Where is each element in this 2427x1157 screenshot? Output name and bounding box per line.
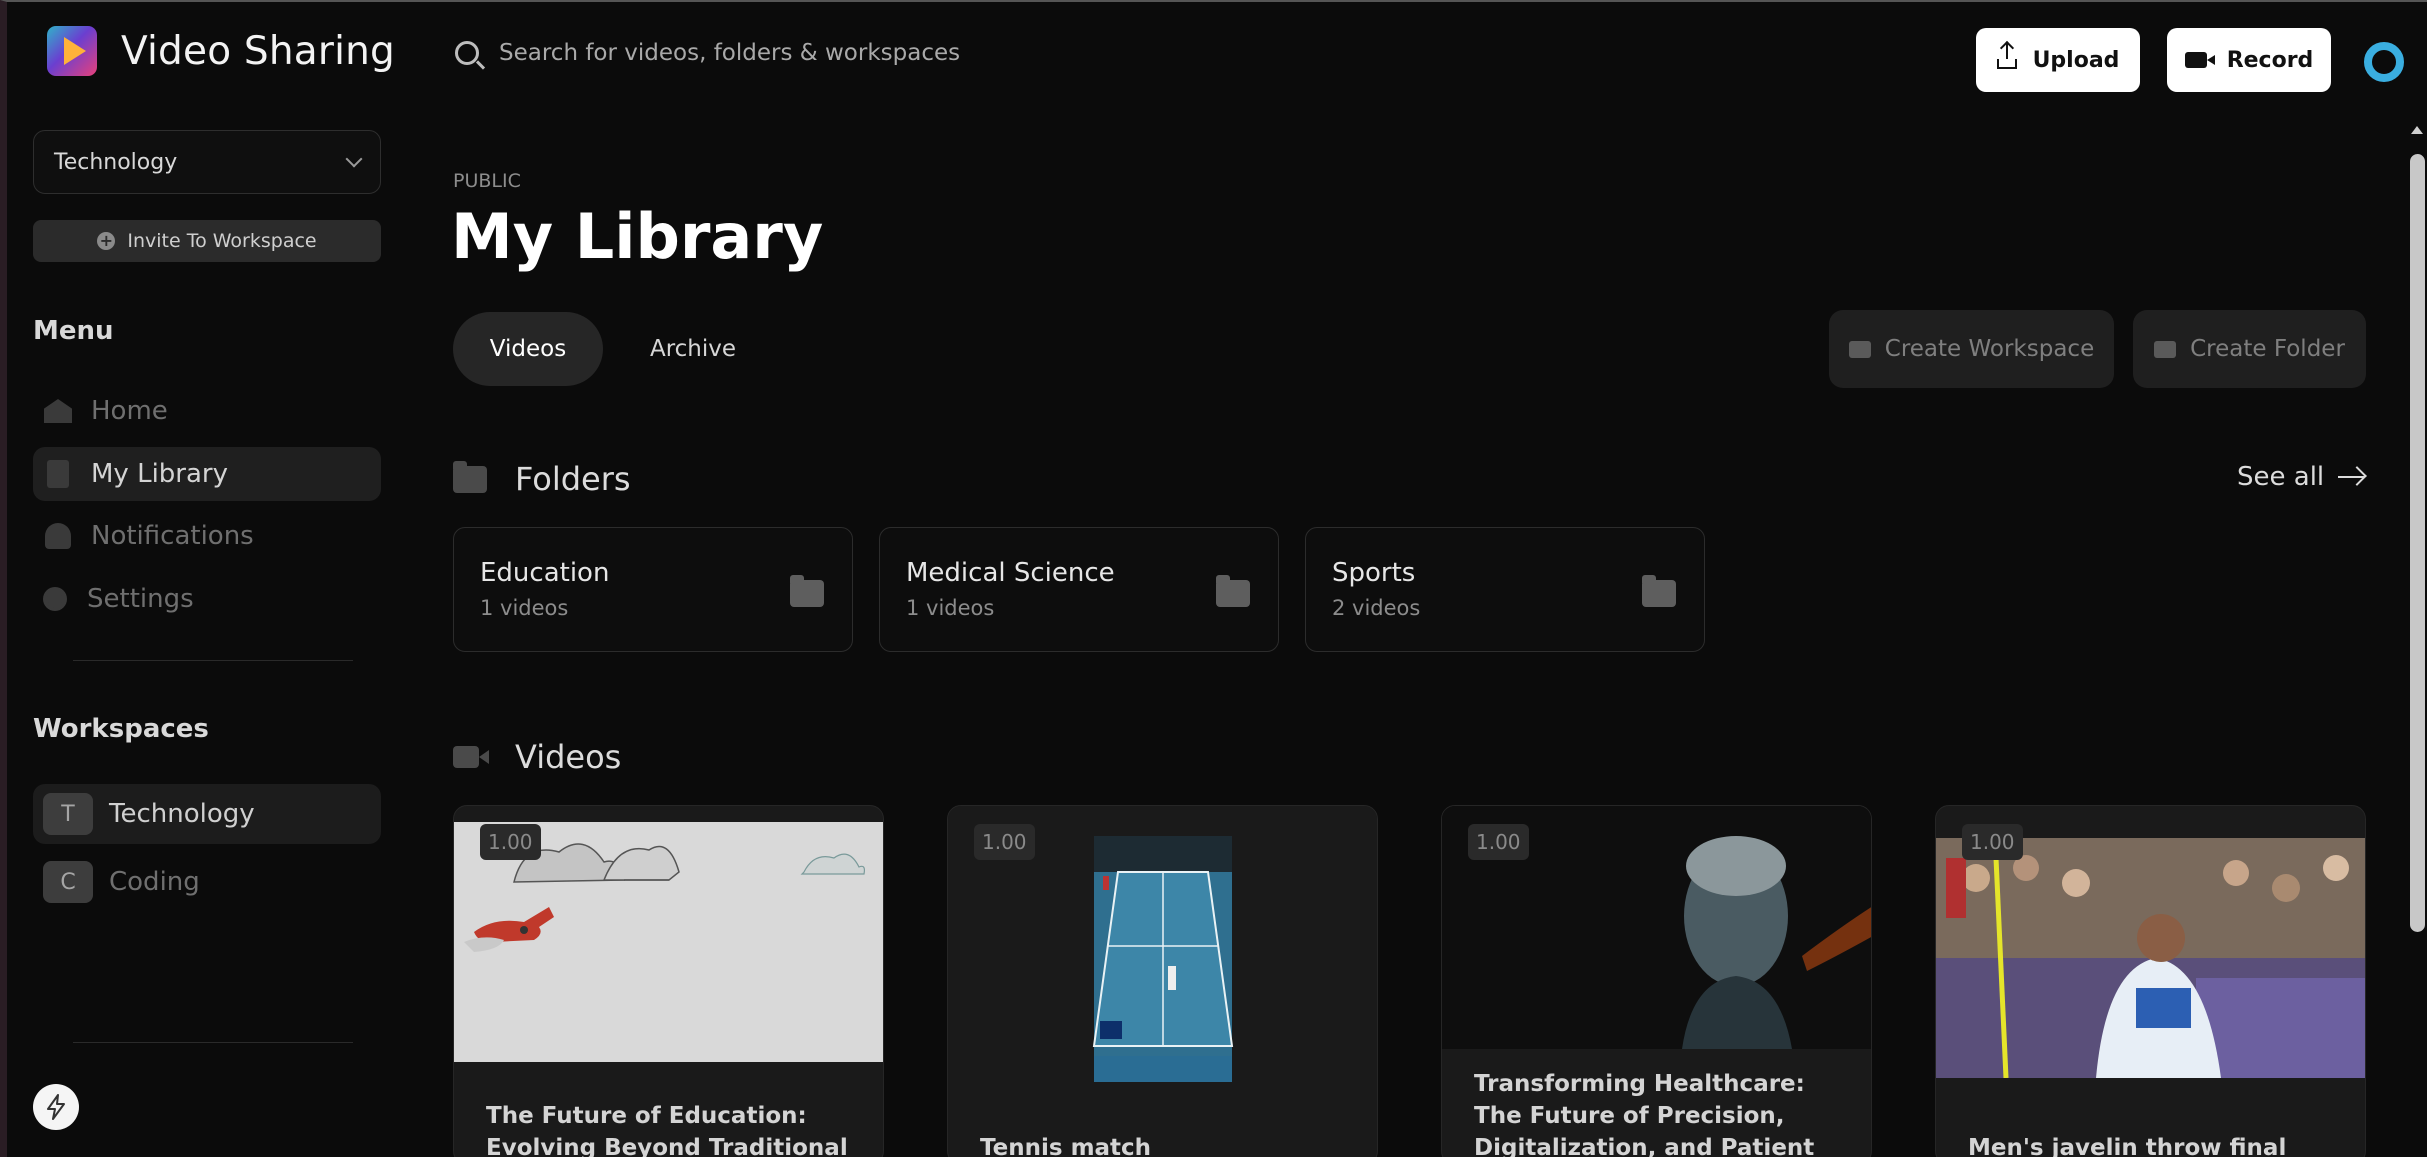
- sidebar-item-home[interactable]: Home: [33, 384, 381, 438]
- rating-badge: 1.00: [480, 824, 541, 860]
- folder-count: 1 videos: [480, 596, 569, 620]
- create-folder-label: Create Folder: [2190, 336, 2345, 362]
- see-all-label: See all: [2237, 462, 2325, 492]
- sidebar-item-my-library[interactable]: My Library: [33, 447, 381, 501]
- visibility-label: PUBLIC: [453, 170, 521, 192]
- workspace-select[interactable]: Technology: [33, 130, 381, 194]
- gear-icon: [43, 584, 67, 614]
- workspace-label: Coding: [109, 867, 200, 897]
- folder-icon: [1216, 575, 1250, 607]
- app-window: Video Sharing Technology + Invite To Wor…: [0, 0, 2427, 1157]
- scrollbar-thumb[interactable]: [2410, 154, 2425, 932]
- record-button[interactable]: Record: [2167, 28, 2331, 92]
- workspace-item-coding[interactable]: C Coding: [33, 852, 381, 912]
- sidebar-item-label: Notifications: [91, 521, 254, 551]
- sidebar-item-label: My Library: [91, 459, 228, 489]
- workspace-initial-badge: C: [43, 861, 93, 903]
- home-icon: [43, 396, 73, 426]
- folders-header: Folders: [453, 460, 631, 498]
- workspace-initial-badge: T: [43, 793, 93, 835]
- folder-icon: [453, 460, 487, 493]
- videos-header: Videos: [453, 738, 621, 776]
- workspace-select-value: Technology: [54, 149, 178, 175]
- video-card[interactable]: 1.00 The Future of Education: Evolving B…: [453, 805, 884, 1157]
- play-logo-icon: [47, 26, 97, 76]
- user-avatar[interactable]: [2364, 42, 2404, 82]
- video-thumbnail[interactable]: [1936, 838, 2365, 1078]
- record-label: Record: [2226, 47, 2314, 73]
- upload-icon: [1996, 43, 2017, 69]
- tab-videos[interactable]: Videos: [453, 312, 603, 386]
- folder-count: 2 videos: [1332, 596, 1421, 620]
- folder-count: 1 videos: [906, 596, 995, 620]
- menu-title: Menu: [33, 316, 114, 346]
- folder-card-education[interactable]: Education 1 videos: [453, 527, 853, 652]
- folder-card-medical-science[interactable]: Medical Science 1 videos: [879, 527, 1279, 652]
- video-camera-icon: [453, 746, 489, 768]
- upload-button[interactable]: Upload: [1976, 28, 2140, 92]
- rating-badge: 1.00: [1468, 824, 1529, 860]
- video-card[interactable]: 1.00 Transforming Healthcare: The Future…: [1441, 805, 1872, 1157]
- folder-plus-icon: [2154, 340, 2177, 358]
- search-bar[interactable]: [455, 40, 1199, 66]
- document-icon: [43, 459, 73, 489]
- sidebar-divider: [73, 660, 353, 661]
- lightning-icon[interactable]: [33, 1084, 79, 1130]
- video-title: Tennis match: [980, 1135, 1152, 1157]
- see-all-link[interactable]: See all: [2237, 462, 2365, 492]
- video-title: The Future of Education: Evolving Beyond…: [486, 1103, 848, 1157]
- videos-title: Videos: [515, 738, 622, 776]
- sidebar-item-label: Settings: [87, 584, 194, 614]
- search-input[interactable]: [499, 40, 1199, 66]
- create-workspace-button[interactable]: Create Workspace: [1829, 310, 2114, 388]
- rating-badge: 1.00: [974, 824, 1035, 860]
- video-card[interactable]: 1.00 Men's javelin throw final: [1935, 805, 2366, 1157]
- arrow-right-icon: [2338, 476, 2365, 478]
- plus-circle-icon: +: [97, 232, 116, 250]
- workspace-label: Technology: [109, 799, 255, 829]
- app-name: Video Sharing: [121, 28, 395, 74]
- sidebar-divider: [73, 1042, 353, 1043]
- app-logo[interactable]: Video Sharing: [47, 26, 395, 76]
- video-title: Transforming Healthcare: The Future of P…: [1474, 1071, 1815, 1157]
- tab-archive[interactable]: Archive: [617, 312, 769, 386]
- folders-title: Folders: [515, 460, 631, 498]
- search-icon: [455, 41, 479, 65]
- folder-icon: [1642, 575, 1676, 607]
- create-workspace-label: Create Workspace: [1884, 336, 2095, 362]
- chevron-down-icon: [345, 150, 363, 168]
- sidebar: Video Sharing Technology + Invite To Wor…: [7, 2, 417, 1157]
- sidebar-item-label: Home: [91, 396, 168, 426]
- scroll-up-arrow-icon[interactable]: [2411, 126, 2423, 134]
- upload-label: Upload: [2032, 47, 2120, 73]
- folder-name: Education: [480, 558, 610, 588]
- folder-icon: [790, 575, 824, 607]
- invite-label: Invite To Workspace: [127, 230, 317, 252]
- folder-card-sports[interactable]: Sports 2 videos: [1305, 527, 1705, 652]
- video-camera-icon: [2184, 52, 2215, 68]
- video-card[interactable]: 1.00 Tennis match: [947, 805, 1378, 1157]
- workspace-item-technology[interactable]: T Technology: [33, 784, 381, 844]
- video-title: Men's javelin throw final: [1968, 1135, 2287, 1157]
- bell-icon: [43, 521, 73, 551]
- workspaces-title: Workspaces: [33, 714, 209, 744]
- folder-name: Medical Science: [906, 558, 1115, 588]
- folder-name: Sports: [1332, 558, 1416, 588]
- sidebar-item-settings[interactable]: Settings: [33, 572, 381, 626]
- page-title: My Library: [451, 200, 824, 273]
- invite-to-workspace-button[interactable]: + Invite To Workspace: [33, 220, 381, 262]
- create-folder-button[interactable]: Create Folder: [2133, 310, 2366, 388]
- folder-plus-icon: [1848, 340, 1871, 358]
- sidebar-item-notifications[interactable]: Notifications: [33, 509, 381, 563]
- scrollbar[interactable]: [2407, 120, 2427, 1157]
- rating-badge: 1.00: [1962, 824, 2023, 860]
